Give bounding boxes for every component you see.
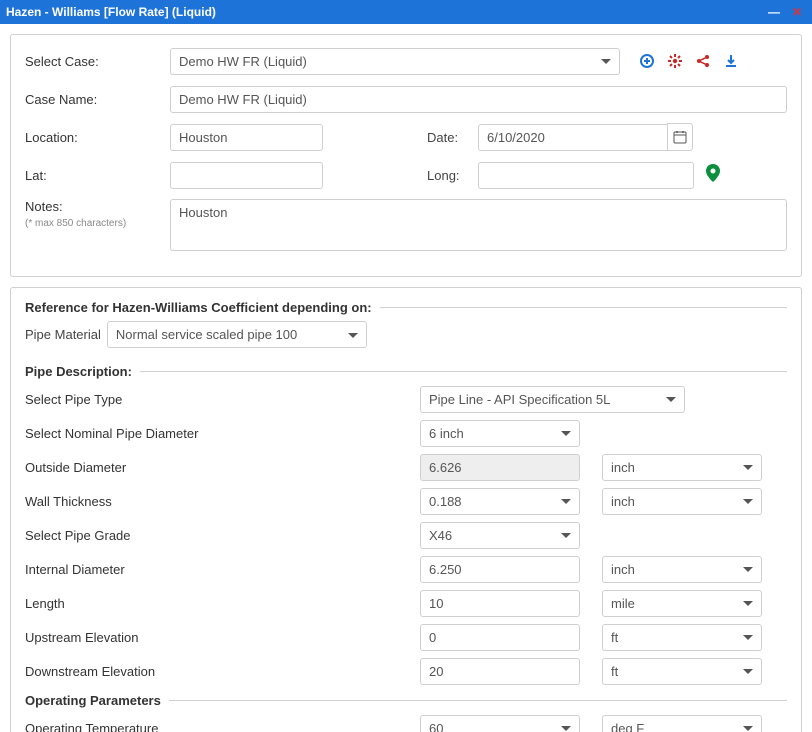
pipe-value-input[interactable] <box>420 590 580 617</box>
pipe-row: Length mile <box>25 589 787 617</box>
pipe-unit-dropdown[interactable]: mile <box>602 590 762 617</box>
operating-params-legend: Operating Parameters <box>25 693 161 708</box>
pipe-value-input <box>420 454 580 481</box>
location-label: Location: <box>25 130 170 145</box>
pipe-row: Select Nominal Pipe Diameter6 inch <box>25 419 787 447</box>
window-title: Hazen - Williams [Flow Rate] (Liquid) <box>6 0 216 24</box>
location-input[interactable] <box>170 124 323 151</box>
pipe-label: Internal Diameter <box>25 562 420 577</box>
pipe-value-dropdown[interactable]: Pipe Line - API Specification 5L <box>420 386 685 413</box>
location-pin-icon[interactable] <box>706 164 720 187</box>
pipe-value-input[interactable] <box>420 624 580 651</box>
pipe-unit-dropdown[interactable]: inch <box>602 454 762 481</box>
lat-input[interactable] <box>170 162 323 189</box>
close-button[interactable]: ✕ <box>792 0 802 24</box>
pipe-unit-dropdown[interactable]: inch <box>602 488 762 515</box>
pipe-label: Select Nominal Pipe Diameter <box>25 426 420 441</box>
titlebar: Hazen - Williams [Flow Rate] (Liquid) — … <box>0 0 812 24</box>
pipe-label: Downstream Elevation <box>25 664 420 679</box>
op-label: Operating Temperature <box>25 721 420 732</box>
pipe-material-dropdown[interactable]: Normal service scaled pipe 100 <box>107 321 367 348</box>
pipe-row: Select Pipe TypePipe Line - API Specific… <box>25 385 787 413</box>
pipe-material-label: Pipe Material <box>25 327 101 342</box>
pipe-label: Wall Thickness <box>25 494 420 509</box>
select-case-label: Select Case: <box>25 54 170 69</box>
pipe-value-input[interactable] <box>420 658 580 685</box>
download-icon[interactable] <box>722 52 740 70</box>
long-input[interactable] <box>478 162 694 189</box>
minimize-button[interactable]: — <box>768 0 780 24</box>
pipe-label: Select Pipe Grade <box>25 528 420 543</box>
pipe-row: Upstream Elevation ft <box>25 623 787 651</box>
pipe-row: Select Pipe GradeX46 <box>25 521 787 549</box>
pipe-unit-dropdown[interactable]: ft <box>602 658 762 685</box>
op-value-dropdown[interactable]: 60 <box>420 715 580 732</box>
pipe-label: Select Pipe Type <box>25 392 420 407</box>
pipe-row: Internal Diameter inch <box>25 555 787 583</box>
details-panel: Reference for Hazen-Williams Coefficient… <box>10 287 802 732</box>
long-label: Long: <box>427 168 478 183</box>
pipe-label: Upstream Elevation <box>25 630 420 645</box>
add-icon[interactable] <box>638 52 656 70</box>
calendar-icon[interactable] <box>667 123 693 151</box>
pipe-row: Outside Diameter inch <box>25 453 787 481</box>
pipe-row: Downstream Elevation ft <box>25 657 787 685</box>
case-panel: Select Case: Demo HW FR (Liquid) <box>10 34 802 277</box>
notes-textarea[interactable]: Houston <box>170 199 787 251</box>
date-label: Date: <box>427 130 478 145</box>
pipe-unit-dropdown[interactable]: ft <box>602 624 762 651</box>
notes-label: Notes: (* max 850 characters) <box>25 199 170 229</box>
content-scroll[interactable]: Select Case: Demo HW FR (Liquid) <box>0 24 812 732</box>
pipe-unit-dropdown[interactable]: inch <box>602 556 762 583</box>
pipe-value-input[interactable] <box>420 556 580 583</box>
pipe-value-dropdown[interactable]: 6 inch <box>420 420 580 447</box>
op-row: Operating Temperature60 deg F <box>25 714 787 732</box>
reference-legend: Reference for Hazen-Williams Coefficient… <box>25 300 372 315</box>
pipe-description-legend: Pipe Description: <box>25 364 132 379</box>
pipe-row: Wall Thickness0.188 inch <box>25 487 787 515</box>
date-input[interactable] <box>478 124 668 151</box>
pipe-label: Outside Diameter <box>25 460 420 475</box>
lat-label: Lat: <box>25 168 170 183</box>
op-unit-dropdown[interactable]: deg F <box>602 715 762 732</box>
pipe-value-dropdown[interactable]: X46 <box>420 522 580 549</box>
gear-icon[interactable] <box>666 52 684 70</box>
pipe-label: Length <box>25 596 420 611</box>
share-icon[interactable] <box>694 52 712 70</box>
pipe-value-dropdown[interactable]: 0.188 <box>420 488 580 515</box>
select-case-dropdown[interactable]: Demo HW FR (Liquid) <box>170 48 620 75</box>
case-name-label: Case Name: <box>25 92 170 107</box>
case-name-input[interactable] <box>170 86 787 113</box>
